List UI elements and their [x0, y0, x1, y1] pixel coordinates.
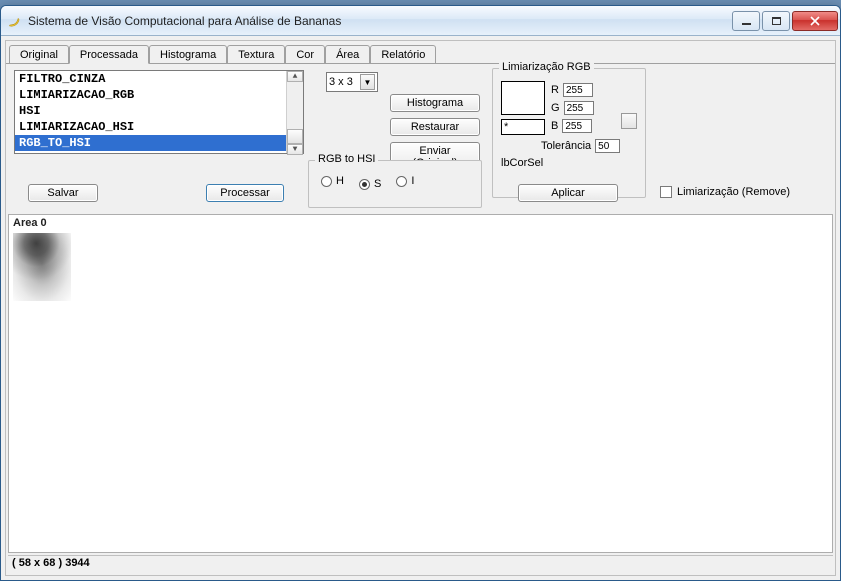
restaurar-button[interactable]: Restaurar — [390, 118, 480, 136]
limiar-caption: Limiarização RGB — [499, 61, 594, 73]
r-label: R — [551, 84, 559, 96]
close-button[interactable] — [792, 11, 838, 31]
rgb-to-hsi-caption: RGB to HSI — [315, 153, 378, 165]
salvar-button[interactable]: Salvar — [28, 184, 98, 202]
rgb-to-hsi-group: RGB to HSI H S I — [308, 160, 482, 208]
radio-s[interactable]: S — [359, 178, 381, 190]
limiar-remove-label: Limiarização (Remove) — [677, 186, 790, 198]
color-preview-1[interactable] — [501, 81, 545, 115]
b-label: B — [551, 120, 558, 132]
radio-i[interactable]: I — [396, 175, 414, 187]
list-item[interactable]: LIMIARIZACAO_RGB — [15, 87, 286, 103]
list-item[interactable]: RGB_TO_HSI — [15, 135, 286, 151]
tab-cor[interactable]: Cor — [285, 45, 325, 64]
tab-original[interactable]: Original — [9, 45, 69, 64]
tab-histograma[interactable]: Histograma — [149, 45, 227, 64]
status-bar: ( 58 x 68 ) 3944 — [8, 555, 833, 573]
tol-input[interactable] — [595, 139, 620, 153]
tol-label: Tolerância — [541, 140, 591, 152]
small-button[interactable] — [621, 113, 637, 129]
list-item[interactable]: LIMIARIZACAO_HSI — [15, 119, 286, 135]
limiar-rgb-group: Limiarização RGB * R G B Tolerância lbCo… — [492, 68, 646, 198]
r-input[interactable] — [563, 83, 593, 97]
tab-processada[interactable]: Processada — [69, 45, 149, 64]
radio-h[interactable]: H — [321, 175, 344, 187]
client-area: Original Processada Histograma Textura C… — [5, 40, 836, 576]
list-item[interactable]: FILTRO_CINZA — [15, 71, 286, 87]
checkbox-icon[interactable] — [660, 186, 672, 198]
color-preview-2[interactable]: * — [501, 119, 545, 135]
window-title: Sistema de Visão Computacional para Anál… — [28, 14, 730, 28]
titlebar[interactable]: Sistema de Visão Computacional para Anál… — [1, 6, 840, 36]
processar-button[interactable]: Processar — [206, 184, 284, 202]
g-input[interactable] — [564, 101, 594, 115]
tab-page-processada: FILTRO_CINZA LIMIARIZACAO_RGB HSI LIMIAR… — [6, 63, 835, 575]
preview-thumbnail[interactable] — [13, 233, 71, 301]
histograma-button[interactable]: Histograma — [390, 94, 480, 112]
dropdown-icon[interactable]: ▼ — [360, 74, 375, 90]
tab-relatorio[interactable]: Relatório — [370, 45, 436, 64]
scroll-thumb[interactable] — [287, 129, 303, 144]
scroll-up-icon[interactable]: ▲ — [287, 71, 303, 82]
listbox-scrollbar[interactable]: ▲ ▼ — [286, 71, 303, 153]
area-label: Area 0 — [13, 217, 47, 229]
preview-panel: Area 0 — [8, 214, 833, 553]
minimize-button[interactable] — [732, 11, 760, 31]
tab-area[interactable]: Área — [325, 45, 370, 64]
maximize-button[interactable] — [762, 11, 790, 31]
scroll-down-icon[interactable]: ▼ — [287, 144, 303, 155]
aplicar-button[interactable]: Aplicar — [518, 184, 618, 202]
tab-strip: Original Processada Histograma Textura C… — [6, 41, 835, 63]
filter-listbox[interactable]: FILTRO_CINZA LIMIARIZACAO_RGB HSI LIMIAR… — [14, 70, 304, 154]
app-window: Sistema de Visão Computacional para Anál… — [0, 5, 841, 581]
b-input[interactable] — [562, 119, 592, 133]
kernel-value: 3 x 3 — [329, 76, 353, 88]
tab-textura[interactable]: Textura — [227, 45, 285, 64]
lbcorsel-label: lbCorSel — [501, 157, 543, 169]
app-banana-icon — [7, 13, 23, 29]
window-buttons — [730, 11, 838, 31]
g-label: G — [551, 102, 560, 114]
limiar-remove-checkbox[interactable]: Limiarização (Remove) — [660, 186, 790, 198]
kernel-combobox[interactable]: 3 x 3 ▼ — [326, 72, 378, 92]
list-item[interactable]: HSI — [15, 103, 286, 119]
